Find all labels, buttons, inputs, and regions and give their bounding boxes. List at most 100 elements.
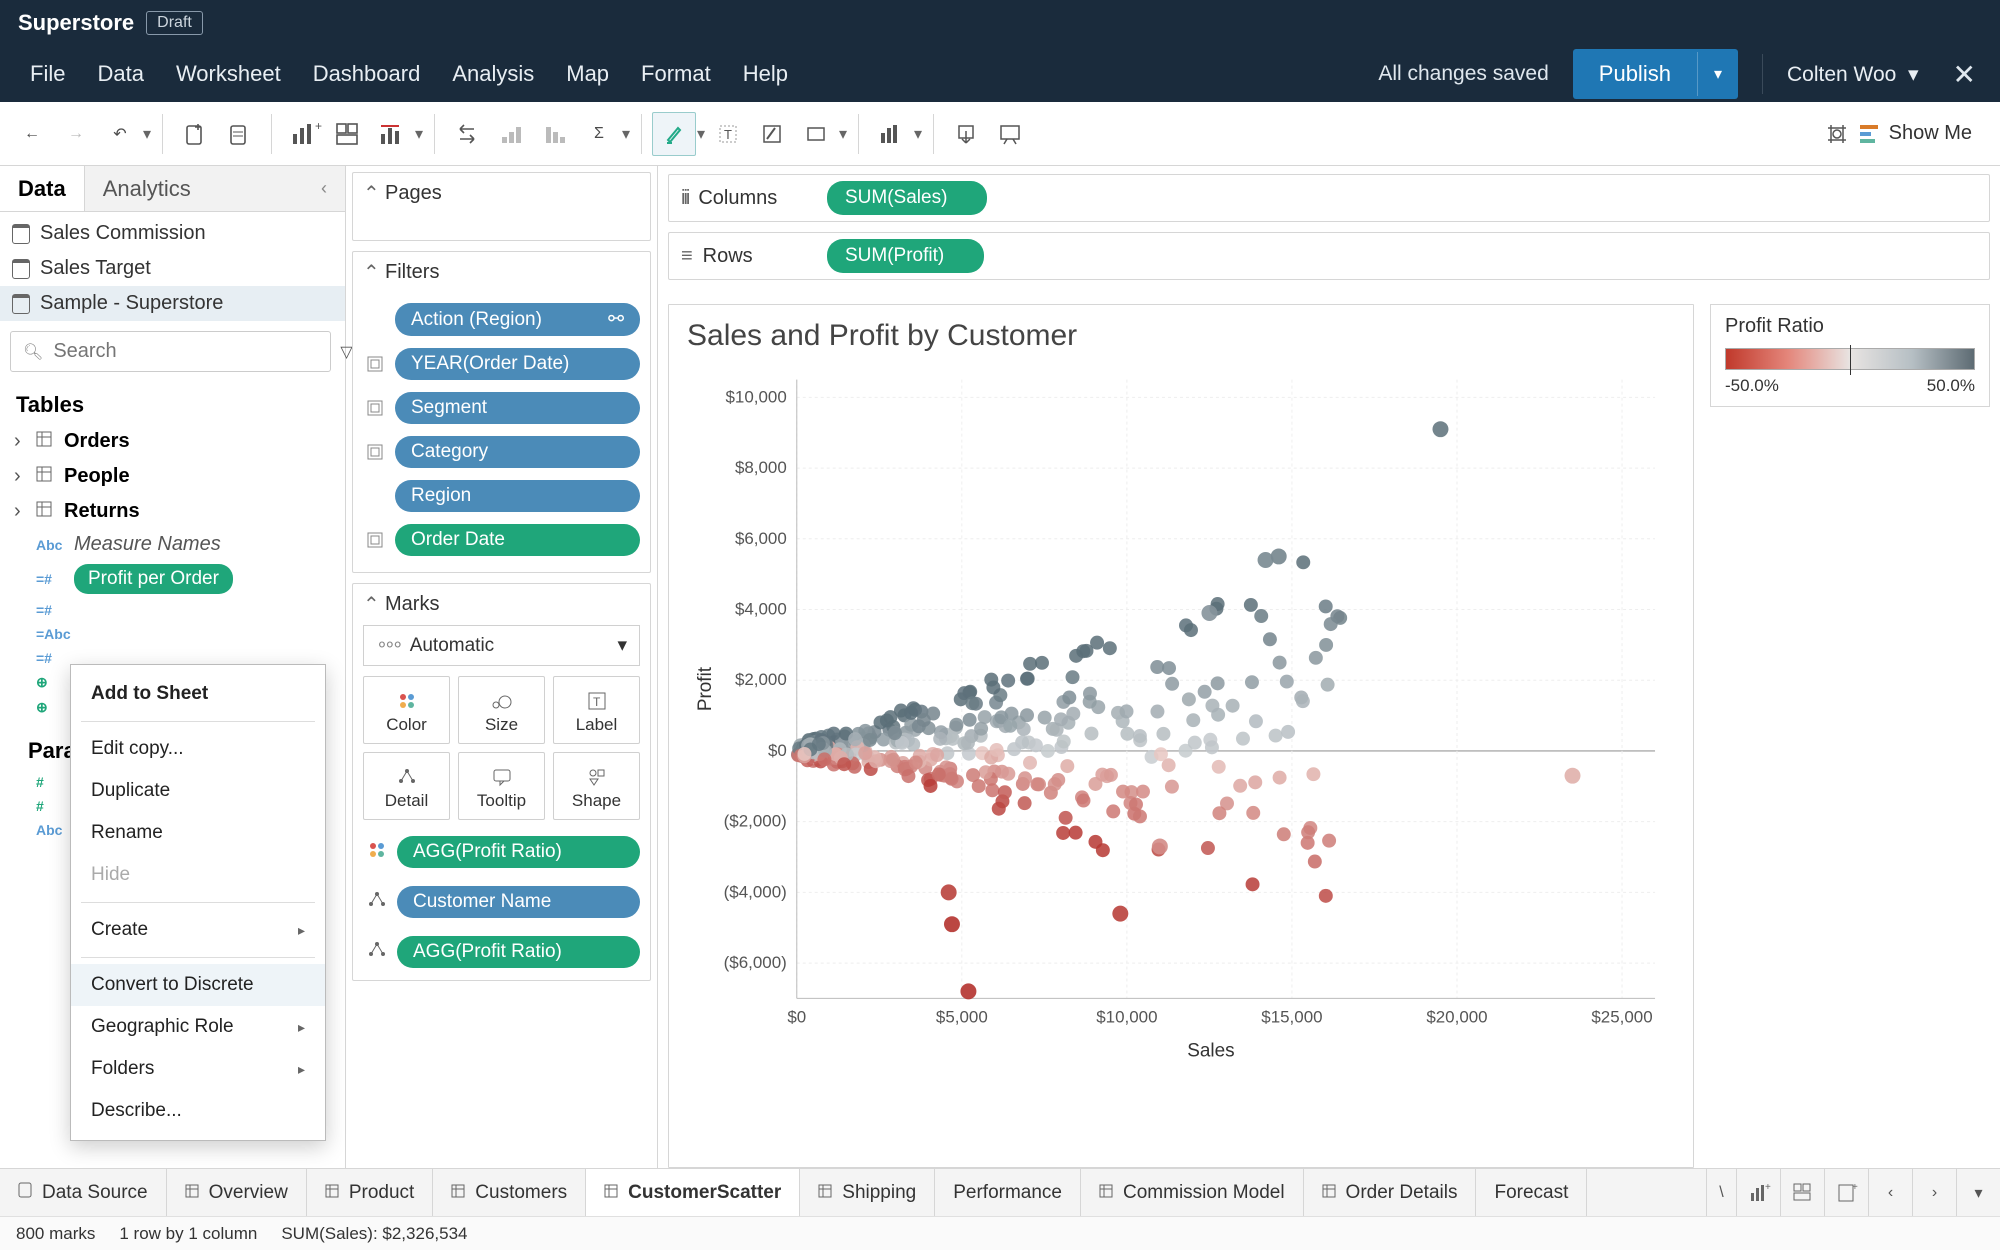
mark-pill[interactable]: AGG(Profit Ratio) — [397, 836, 640, 868]
new-sheet-icon[interactable]: + — [1736, 1169, 1780, 1216]
prev-tab-icon[interactable]: ‹ — [1868, 1169, 1912, 1216]
totals-icon[interactable]: Σ — [577, 112, 621, 156]
field-hidden-2[interactable]: =Abc — [6, 622, 339, 646]
filter-pill[interactable]: Region — [395, 480, 640, 512]
filter-pill[interactable]: Category — [395, 436, 640, 468]
menu-worksheet[interactable]: Worksheet — [160, 51, 297, 97]
fit-dropdown[interactable]: ▾ — [838, 124, 848, 144]
chart-title[interactable]: Sales and Profit by Customer — [687, 319, 1675, 353]
sheet-tab-commission-model[interactable]: Commission Model — [1081, 1169, 1304, 1216]
collapse-icon[interactable]: ⌃ — [363, 260, 377, 285]
next-tab-icon[interactable]: › — [1912, 1169, 1956, 1216]
ctx-create[interactable]: Create▸ — [71, 909, 325, 951]
tab-list-icon[interactable]: ▾ — [1956, 1169, 2000, 1216]
undo-dropdown[interactable]: ▾ — [142, 124, 152, 144]
collapse-icon[interactable]: ⌃ — [363, 592, 377, 617]
marks-color-button[interactable]: Color — [363, 676, 450, 744]
table-people[interactable]: ›People — [6, 459, 339, 494]
ctx-convert-discrete[interactable]: Convert to Discrete — [71, 964, 325, 1006]
swap-icon[interactable] — [445, 112, 489, 156]
new-datasource-icon[interactable] — [173, 112, 217, 156]
marks-detail-button[interactable]: Detail — [363, 752, 450, 820]
filter-pill[interactable]: YEAR(Order Date) — [395, 348, 640, 380]
menu-map[interactable]: Map — [550, 51, 625, 97]
new-story-tab-icon[interactable]: + — [1824, 1169, 1868, 1216]
sheet-tab-customerscatter[interactable]: CustomerScatter — [586, 1169, 800, 1216]
collapse-icon[interactable]: ‹ — [321, 178, 327, 199]
table-orders[interactable]: ›Orders — [6, 424, 339, 459]
collapse-icon[interactable]: ⌃ — [363, 181, 377, 206]
chart-area[interactable]: Sales and Profit by Customer ($6,000)($4… — [668, 304, 1694, 1168]
ctx-rename[interactable]: Rename — [71, 812, 325, 854]
marks-shape-button[interactable]: Shape — [553, 752, 640, 820]
format-icon[interactable] — [750, 112, 794, 156]
close-icon[interactable]: ✕ — [1943, 58, 1986, 91]
show-cards-icon[interactable] — [869, 112, 913, 156]
ctx-geo-role[interactable]: Geographic Role▸ — [71, 1006, 325, 1048]
ctx-edit-copy[interactable]: Edit copy... — [71, 728, 325, 770]
marks-size-button[interactable]: Size — [458, 676, 545, 744]
sheet-tab-order-details[interactable]: Order Details — [1304, 1169, 1477, 1216]
columns-pill[interactable]: SUM(Sales) — [827, 181, 987, 215]
sort-asc-icon[interactable] — [489, 112, 533, 156]
columns-shelf[interactable]: iiiColumns SUM(Sales) — [668, 174, 1990, 222]
ctx-duplicate[interactable]: Duplicate — [71, 770, 325, 812]
publish-button[interactable]: Publish — [1573, 49, 1697, 99]
mark-pill[interactable]: Customer Name — [397, 886, 640, 918]
field-measure-names[interactable]: AbcMeasure Names — [6, 529, 339, 560]
ctx-folders[interactable]: Folders▸ — [71, 1048, 325, 1090]
back-icon[interactable]: ← — [10, 112, 54, 156]
menu-help[interactable]: Help — [727, 51, 804, 97]
menu-format[interactable]: Format — [625, 51, 727, 97]
datasource-item[interactable]: Sample - Superstore — [0, 286, 345, 321]
new-worksheet-icon[interactable]: + — [282, 112, 326, 156]
new-story-icon[interactable] — [370, 112, 414, 156]
undo-icon[interactable]: ↶ — [98, 112, 142, 156]
refresh-datasource-icon[interactable] — [217, 112, 261, 156]
marks-tooltip-button[interactable]: Tooltip — [458, 752, 545, 820]
sheet-tab-shipping[interactable]: Shipping — [800, 1169, 935, 1216]
presentation-icon[interactable] — [988, 112, 1032, 156]
menu-dashboard[interactable]: Dashboard — [297, 51, 437, 97]
ctx-describe[interactable]: Describe... — [71, 1090, 325, 1132]
ctx-add-to-sheet[interactable]: Add to Sheet — [71, 673, 325, 715]
tab-analytics[interactable]: Analytics‹ — [84, 166, 345, 211]
table-returns[interactable]: ›Returns — [6, 494, 339, 529]
tab-data[interactable]: Data — [0, 166, 84, 211]
rows-pill[interactable]: SUM(Profit) — [827, 239, 984, 273]
show-me-button[interactable]: Show Me — [1825, 122, 1990, 146]
menu-analysis[interactable]: Analysis — [436, 51, 550, 97]
user-menu[interactable]: Colten Woo ▾ — [1787, 62, 1919, 87]
mark-pill[interactable]: AGG(Profit Ratio) — [397, 936, 640, 968]
filter-pill[interactable]: Action (Region)⚯ — [395, 303, 640, 336]
datasource-item[interactable]: Sales Commission — [0, 216, 345, 251]
filter-pill[interactable]: Order Date — [395, 524, 640, 556]
field-hidden-1[interactable]: =# — [6, 598, 339, 622]
sheet-tab-product[interactable]: Product — [307, 1169, 433, 1216]
partial-tab[interactable]: \ — [1706, 1169, 1736, 1216]
new-dashboard-icon[interactable] — [326, 112, 370, 156]
forward-icon[interactable]: → — [54, 112, 98, 156]
field-profit-per-order[interactable]: =#Profit per Order — [6, 560, 339, 598]
show-cards-dropdown[interactable]: ▾ — [913, 124, 923, 144]
sheet-tab-overview[interactable]: Overview — [167, 1169, 307, 1216]
label-icon[interactable]: T — [706, 112, 750, 156]
search-input[interactable]: 🔍︎ — [10, 331, 331, 372]
datasource-item[interactable]: Sales Target — [0, 251, 345, 286]
fit-icon[interactable] — [794, 112, 838, 156]
sheet-tab-performance[interactable]: Performance — [935, 1169, 1081, 1216]
color-legend[interactable]: Profit Ratio -50.0% 50.0% — [1710, 304, 1990, 407]
highlight-icon[interactable] — [652, 112, 696, 156]
sheet-tab-forecast[interactable]: Forecast — [1476, 1169, 1587, 1216]
sheet-tab-customers[interactable]: Customers — [433, 1169, 586, 1216]
menu-data[interactable]: Data — [81, 51, 159, 97]
publish-dropdown[interactable]: ▾ — [1697, 52, 1738, 96]
sort-desc-icon[interactable] — [533, 112, 577, 156]
highlight-dropdown[interactable]: ▾ — [696, 124, 706, 144]
marks-type-select[interactable]: ∘∘∘Automatic ▾ — [363, 625, 640, 666]
marks-label-button[interactable]: TLabel — [553, 676, 640, 744]
sheet-tab-data-source[interactable]: Data Source — [0, 1169, 167, 1216]
clear-dropdown[interactable]: ▾ — [414, 124, 424, 144]
download-icon[interactable] — [944, 112, 988, 156]
totals-dropdown[interactable]: ▾ — [621, 124, 631, 144]
